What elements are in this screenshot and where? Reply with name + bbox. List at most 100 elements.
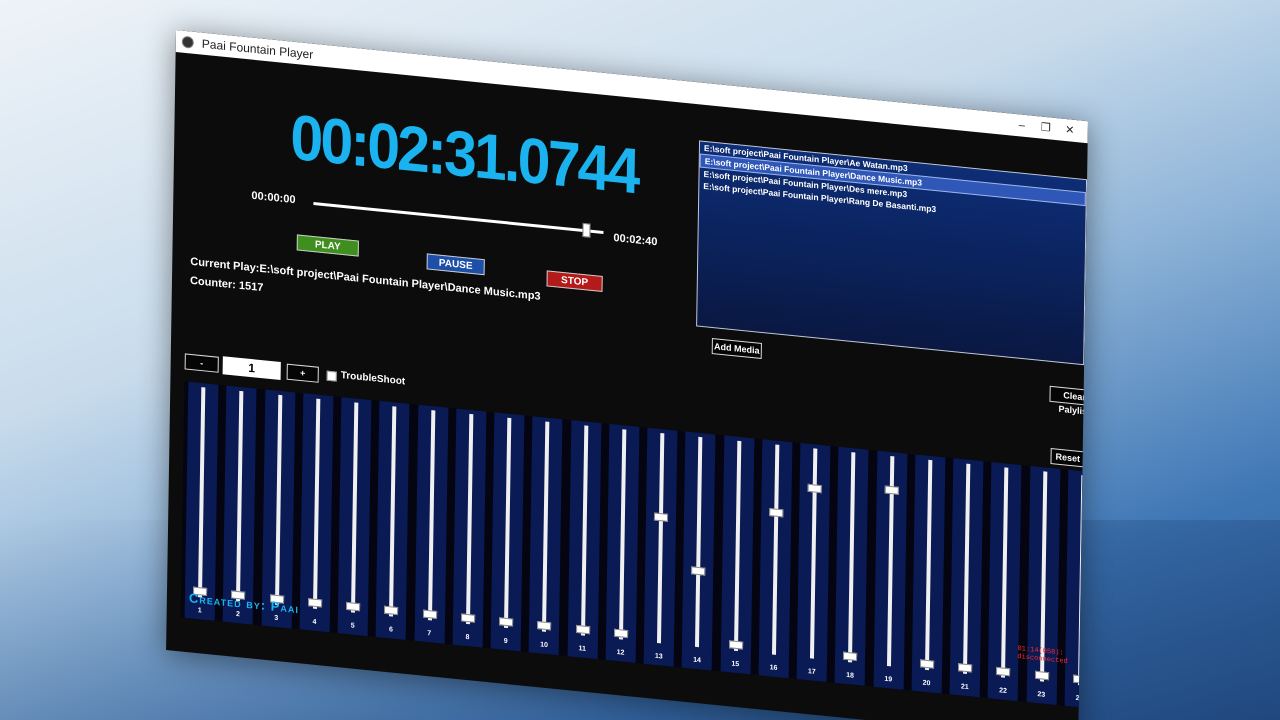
pause-button[interactable]: PAUSE [426, 253, 485, 276]
channel-number-label: 23 [1037, 691, 1046, 699]
time-end: 00:02:40 [613, 232, 658, 249]
reset-all-button[interactable]: Reset All [1050, 448, 1088, 469]
channel-track[interactable] [848, 452, 856, 663]
channel-slider-7[interactable]: 7 [414, 404, 448, 644]
channel-slider-14[interactable]: 14 [681, 431, 716, 671]
play-button[interactable]: PLAY [296, 234, 359, 257]
channel-slider-3[interactable]: 3 [261, 389, 295, 629]
channel-thumb[interactable] [460, 613, 475, 623]
channel-slider-4[interactable]: 4 [299, 393, 334, 633]
troubleshoot-checkbox[interactable] [326, 370, 337, 382]
channel-track[interactable] [695, 436, 703, 648]
channel-slider-20[interactable]: 20 [911, 454, 946, 694]
channel-track[interactable] [389, 406, 397, 617]
channel-track[interactable] [503, 417, 512, 629]
channel-track[interactable] [771, 444, 780, 655]
channel-slider-13[interactable]: 13 [643, 427, 678, 667]
channel-slider-18[interactable]: 18 [834, 446, 869, 686]
channel-track[interactable] [197, 387, 206, 598]
channel-track[interactable] [809, 448, 818, 659]
channel-thumb[interactable] [575, 624, 590, 635]
app-icon [181, 35, 194, 49]
channel-thumb[interactable] [691, 566, 706, 576]
channel-thumb[interactable] [653, 512, 669, 522]
channel-track[interactable] [580, 425, 588, 636]
channel-slider-10[interactable]: 10 [528, 416, 563, 656]
channel-minus-button[interactable]: - [184, 353, 219, 373]
stop-button[interactable]: STOP [546, 270, 603, 292]
counter-label: Counter: 1517 [189, 274, 264, 295]
maximize-button[interactable]: ❐ [1034, 116, 1058, 140]
channel-number-label: 9 [503, 637, 508, 646]
channel-thumb[interactable] [843, 651, 858, 662]
channel-number-label: 8 [465, 633, 470, 642]
channel-track[interactable] [656, 433, 665, 644]
channel-thumb[interactable] [307, 598, 322, 608]
clear-playlist-button[interactable]: Clear Palylist [1049, 385, 1088, 417]
channel-track[interactable] [427, 410, 435, 621]
app-window: Paai Fountain Player – ❐ ✕ 00:02:31.0744… [166, 30, 1088, 720]
channel-slider-6[interactable]: 6 [375, 400, 410, 640]
channel-slider-11[interactable]: 11 [567, 420, 601, 660]
channel-slider-12[interactable]: 12 [605, 423, 640, 663]
channel-thumb[interactable] [537, 621, 552, 631]
channel-number-label: 16 [769, 664, 778, 673]
channel-slider-8[interactable]: 8 [452, 408, 487, 648]
channel-number-label: 21 [960, 683, 969, 692]
channel-slider-19[interactable]: 19 [873, 450, 907, 690]
channel-track[interactable] [924, 459, 933, 671]
channel-number-label: 4 [312, 618, 317, 626]
channel-thumb[interactable] [728, 640, 743, 650]
channel-track[interactable] [733, 440, 741, 652]
channel-thumb[interactable] [996, 666, 1011, 677]
channel-thumb[interactable] [613, 628, 628, 639]
channel-number-label: 10 [540, 641, 548, 650]
channel-thumb[interactable] [384, 605, 399, 616]
channel-slider-5[interactable]: 5 [337, 397, 372, 637]
channel-thumb[interactable] [499, 617, 514, 627]
channel-slider-21[interactable]: 21 [949, 458, 984, 698]
minimize-button[interactable]: – [1010, 113, 1034, 137]
channel-number-label: 7 [427, 630, 432, 638]
channel-track[interactable] [618, 429, 627, 640]
channel-track[interactable] [542, 421, 550, 632]
seek-slider[interactable] [313, 202, 604, 238]
channel-track[interactable] [1001, 467, 1009, 678]
channel-plus-button[interactable]: + [286, 363, 319, 383]
channel-track[interactable] [350, 402, 359, 613]
channel-slider-9[interactable]: 9 [490, 412, 525, 652]
channel-thumb[interactable] [422, 609, 437, 619]
seek-thumb[interactable] [581, 222, 591, 238]
channel-slider-16[interactable]: 16 [758, 439, 793, 679]
channel-thumb[interactable] [1034, 670, 1049, 681]
troubleshoot-label: TroubleShoot [340, 370, 406, 388]
window-controls: – ❐ ✕ [1010, 113, 1082, 142]
channel-number-label: 5 [350, 622, 355, 630]
channel-thumb[interactable] [346, 601, 361, 612]
add-media-button[interactable]: Add Media [711, 338, 762, 359]
channel-number-input[interactable]: 1 [222, 356, 281, 380]
channel-track[interactable] [465, 413, 474, 625]
channel-slider-bank: 123456789101112131415161718192021222324 [180, 381, 1088, 710]
channel-track[interactable] [236, 390, 244, 602]
channel-track[interactable] [312, 398, 321, 609]
channel-slider-1[interactable]: 1 [184, 381, 219, 621]
channel-track[interactable] [962, 463, 971, 674]
channel-slider-15[interactable]: 15 [720, 435, 754, 675]
channel-number-label: 22 [999, 687, 1007, 696]
playlist-box[interactable]: E:\soft project\Paai Fountain Player\Ae … [696, 140, 1088, 366]
window-title: Paai Fountain Player [201, 36, 314, 62]
close-button[interactable]: ✕ [1058, 118, 1082, 142]
channel-thumb[interactable] [958, 663, 973, 673]
channel-number-label: 15 [731, 660, 740, 669]
channel-thumb[interactable] [919, 659, 934, 669]
channel-slider-2[interactable]: 2 [222, 385, 257, 625]
channel-track[interactable] [274, 394, 282, 606]
channel-thumb[interactable] [884, 485, 899, 495]
channel-slider-17[interactable]: 17 [796, 443, 831, 682]
playback-clock: 00:02:31.0744 [289, 100, 639, 208]
channel-thumb[interactable] [807, 483, 822, 494]
channel-slider-23[interactable]: 23 [1026, 465, 1060, 705]
channel-thumb[interactable] [768, 507, 784, 518]
channel-slider-22[interactable]: 22 [987, 462, 1022, 702]
